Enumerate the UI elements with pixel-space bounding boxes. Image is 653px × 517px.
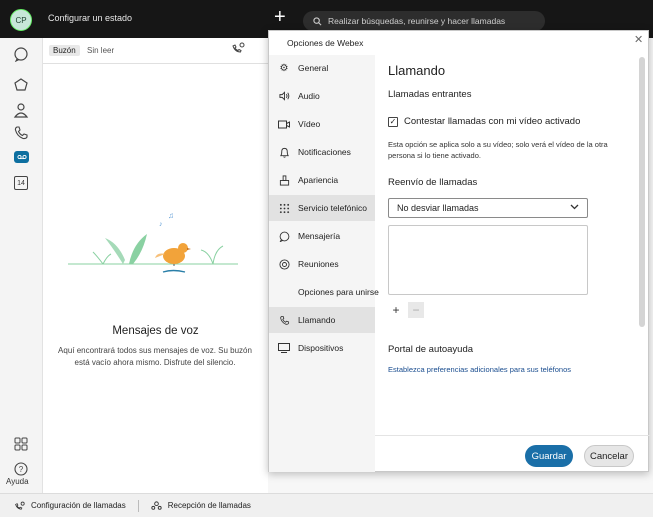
svg-text:♪: ♪ (159, 221, 163, 228)
gear-icon: ⚙ (279, 62, 289, 74)
answer-with-video-label: Contestar llamadas con mi vídeo activado (404, 116, 581, 127)
cancel-button[interactable]: Cancelar (584, 445, 634, 467)
tab-inbox[interactable]: Buzón (49, 45, 80, 56)
dialog-footer: Guardar Cancelar (375, 435, 650, 473)
nav-item-audio[interactable]: Audio (269, 83, 375, 109)
call-pickup-icon (151, 500, 162, 510)
call-forwarding-value: No desviar llamadas (397, 203, 479, 213)
nav-label: Reuniones (298, 259, 339, 269)
avatar[interactable]: CP (10, 9, 32, 31)
scrollbar-thumb[interactable] (639, 57, 645, 327)
forwarding-numbers-list[interactable] (388, 225, 588, 295)
new-plus-button[interactable]: + (274, 6, 286, 28)
meetings-icon (278, 258, 290, 270)
nav-label: Dispositivos (298, 343, 344, 353)
paint-icon (278, 174, 290, 186)
chat-icon (278, 230, 290, 242)
chevron-down-icon (570, 203, 579, 212)
tab-unread[interactable]: Sin leer (83, 45, 118, 56)
bird-illustration: ♪ ♫ (68, 211, 238, 273)
bottom-bar: Configuración de llamadas Recepción de l… (0, 493, 653, 517)
bell-icon (278, 146, 290, 158)
phone-icon (278, 314, 290, 326)
call-pickup-label: Recepción de llamadas (167, 501, 251, 510)
settings-content: Llamando Llamadas entrantes ✓ Contestar … (375, 55, 638, 435)
nav-label: Notificaciones (298, 147, 351, 157)
contacts-icon[interactable] (11, 100, 31, 120)
dialog-title: Opciones de Webex (287, 38, 364, 48)
search-input[interactable]: Realizar búsquedas, reunirse y hacer lla… (303, 11, 545, 31)
video-icon (278, 118, 290, 130)
voicemail-settings-icon[interactable] (231, 42, 247, 58)
search-icon (313, 16, 322, 25)
nav-label: Apariencia (298, 175, 339, 185)
nav-item-messaging[interactable]: Mensajería (269, 223, 375, 249)
nav-label: Llamando (298, 315, 336, 325)
voicemail-empty-title: Mensajes de voz (112, 325, 199, 337)
nav-item-appearance[interactable]: Apariencia (269, 167, 375, 193)
speaker-icon (278, 90, 290, 102)
call-forwarding-heading: Reenvío de llamadas (388, 177, 478, 188)
video-note: Esta opción se aplica solo a su vídeo; s… (388, 140, 608, 160)
nav-label: Vídeo (298, 119, 321, 129)
left-rail: 14 ? Ayuda (0, 38, 43, 493)
teams-icon[interactable] (11, 75, 31, 95)
nav-label: Opciones para unirse (298, 287, 379, 297)
apps-icon[interactable] (11, 434, 31, 454)
nav-item-meetings[interactable]: Reuniones (269, 251, 375, 277)
voicemail-icon[interactable] (14, 151, 29, 163)
voicemail-panel: Buzón Sin leer ♪ ♫ Mensajes de voz Aquí … (43, 38, 268, 493)
nav-item-join-options[interactable]: Opciones para unirse (269, 279, 379, 305)
svg-text:♫: ♫ (168, 211, 174, 220)
divider (137, 499, 139, 512)
nav-label: Mensajería (298, 231, 341, 241)
self-care-portal-link[interactable]: Establezca preferencias adicionales para… (388, 365, 571, 374)
call-pickup-button[interactable]: Recepción de llamadas (151, 500, 251, 511)
nav-item-general[interactable]: ⚙ General (269, 55, 375, 81)
settings-nav: ⚙ General Audio Vídeo Notificaciones Apa… (269, 55, 379, 472)
help-label[interactable]: Ayuda (6, 477, 29, 486)
svg-text:?: ? (19, 465, 24, 474)
answer-with-video-checkbox[interactable]: ✓ (388, 116, 398, 127)
nav-item-notifications[interactable]: Notificaciones (269, 139, 375, 165)
nav-label: General (298, 63, 329, 73)
nav-item-video[interactable]: Vídeo (269, 111, 375, 137)
help-icon[interactable]: ? (11, 459, 31, 479)
dialpad-icon (278, 202, 290, 214)
nav-label: Audio (298, 91, 320, 101)
forwarding-list-controls: + − (388, 302, 424, 318)
call-settings-icon (15, 501, 25, 510)
settings-dialog: Opciones de Webex ✕ ⚙ General Audio Víde… (268, 30, 650, 473)
nav-item-devices[interactable]: Dispositivos (269, 335, 375, 361)
answer-with-video-option[interactable]: ✓ Contestar llamadas con mi vídeo activa… (388, 116, 580, 127)
set-status-link[interactable]: Configurar un estado (48, 13, 132, 23)
nav-item-phone-service[interactable]: Servicio telefónico (269, 195, 375, 221)
add-button[interactable]: + (388, 302, 404, 318)
devices-icon (278, 342, 290, 354)
call-forwarding-select[interactable]: No desviar llamadas (388, 198, 588, 218)
close-icon[interactable]: ✕ (634, 34, 646, 46)
search-placeholder: Realizar búsquedas, reunirse y hacer lla… (328, 16, 506, 26)
remove-button[interactable]: − (408, 302, 424, 318)
call-settings-label: Configuración de llamadas (31, 501, 126, 510)
incoming-calls-heading: Llamadas entrantes (388, 89, 472, 100)
nav-item-calling[interactable]: Llamando (269, 307, 375, 333)
page-title: Llamando (388, 63, 446, 78)
self-care-portal-heading: Portal de autoayuda (388, 344, 474, 355)
calendar-icon[interactable]: 14 (11, 173, 31, 193)
calendar-day: 14 (14, 176, 28, 190)
nav-label: Servicio telefónico (298, 203, 367, 213)
voicemail-tabs: Buzón Sin leer (43, 38, 268, 64)
scrollbar[interactable] (638, 55, 646, 435)
voicemail-empty-description: Aquí encontrará todos sus mensajes de vo… (58, 346, 252, 367)
call-settings-button[interactable]: Configuración de llamadas (14, 501, 126, 511)
messaging-icon[interactable] (11, 44, 31, 64)
save-button[interactable]: Guardar (525, 445, 573, 467)
calling-icon[interactable] (11, 123, 31, 143)
